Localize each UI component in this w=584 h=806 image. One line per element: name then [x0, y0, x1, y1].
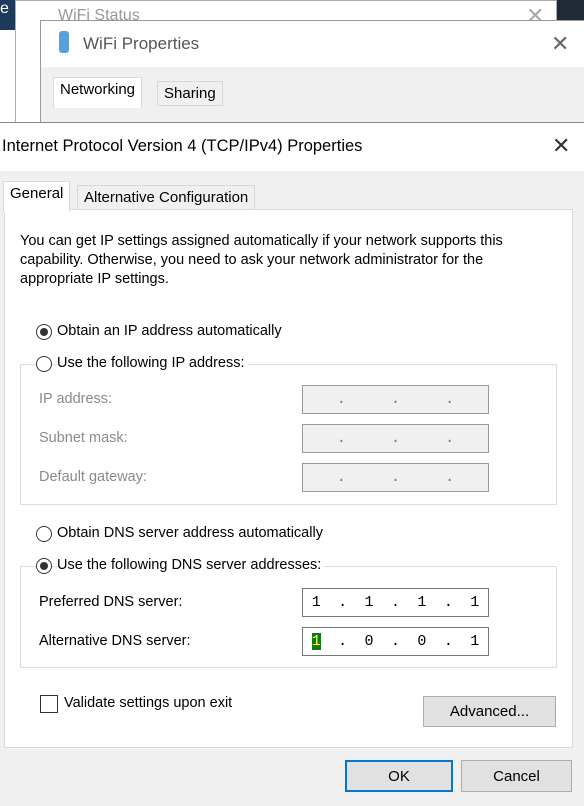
- advanced-button[interactable]: Advanced...: [423, 696, 556, 727]
- ip-auto-radio[interactable]: [36, 324, 52, 340]
- dns-auto-radio[interactable]: [36, 526, 52, 542]
- default-gateway-label: Default gateway:: [39, 469, 148, 485]
- dns-auto-label: Obtain DNS server address automatically: [57, 525, 323, 541]
- wifi-properties-title: WiFi Properties: [83, 34, 200, 53]
- ipv4-properties-dialog: Internet Protocol Version 4 (TCP/IPv4) P…: [0, 122, 584, 806]
- cancel-button[interactable]: Cancel: [461, 760, 572, 792]
- default-gateway-field: ...: [302, 463, 489, 492]
- ok-button[interactable]: OK: [345, 760, 453, 792]
- validate-label: Validate settings upon exit: [64, 695, 233, 711]
- wifi-adapter-icon: [59, 31, 69, 53]
- ip-address-label: IP address:: [39, 391, 113, 407]
- alternative-dns-field[interactable]: 1.0.0.1: [302, 627, 489, 656]
- background-window: e: [0, 0, 16, 30]
- dns-manual-radio[interactable]: [36, 558, 52, 574]
- subnet-mask-field: ...: [302, 424, 489, 453]
- validate-checkbox[interactable]: [40, 695, 58, 713]
- ip-auto-label: Obtain an IP address automatically: [57, 323, 282, 339]
- general-panel: You can get IP settings assigned automat…: [4, 209, 573, 748]
- tab-sharing[interactable]: Sharing: [157, 81, 223, 106]
- dns-manual-label: Use the following DNS server addresses:: [57, 557, 325, 573]
- ip-manual-label: Use the following IP address:: [57, 355, 248, 371]
- preferred-dns-label: Preferred DNS server:: [39, 594, 183, 610]
- tab-general[interactable]: General: [3, 181, 71, 212]
- close-icon[interactable]: ✕: [552, 133, 570, 159]
- dialog-title: Internet Protocol Version 4 (TCP/IPv4) P…: [2, 137, 363, 155]
- close-icon[interactable]: ✕: [551, 31, 569, 57]
- wifi-properties-window: WiFi Properties ✕ Networking Sharing: [40, 20, 584, 124]
- preferred-dns-field[interactable]: 1.1.1.1: [302, 588, 489, 617]
- tab-networking[interactable]: Networking: [53, 77, 143, 108]
- ip-manual-radio[interactable]: [36, 356, 52, 372]
- tab-alternative-configuration[interactable]: Alternative Configuration: [77, 185, 256, 210]
- description-text: You can get IP settings assigned automat…: [20, 233, 503, 287]
- alternative-dns-label: Alternative DNS server:: [39, 633, 191, 649]
- ip-address-field: ...: [302, 385, 489, 414]
- subnet-mask-label: Subnet mask:: [39, 430, 128, 446]
